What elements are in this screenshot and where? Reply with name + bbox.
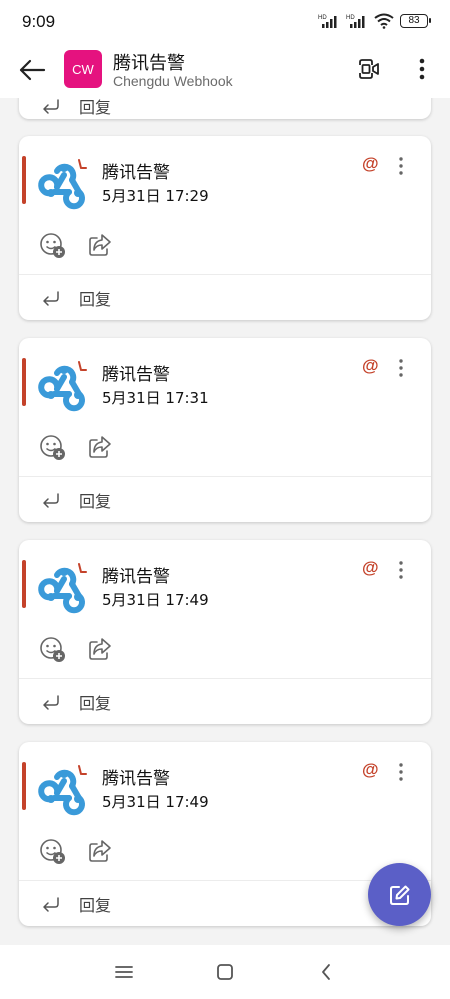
chevron-left-icon <box>322 964 330 980</box>
reply-arrow-icon <box>43 99 59 114</box>
message-card[interactable]: 腾讯告警 5月31日 17:29 @ 回复 <box>19 136 431 320</box>
signal-icon-2: HD <box>346 15 365 28</box>
reply-button[interactable]: 回复 <box>19 275 431 320</box>
menu-icon <box>115 966 133 978</box>
message-more-button[interactable] <box>393 760 409 784</box>
emoji-add-icon[interactable] <box>39 232 67 260</box>
message-timestamp: 5月31日 17:29 <box>102 187 209 205</box>
status-icons: HD HD 83 <box>318 13 431 29</box>
message-more-button[interactable] <box>393 154 409 178</box>
emoji-add-icon[interactable] <box>39 434 67 462</box>
mention-icon: @ <box>362 154 379 173</box>
svg-text:HD: HD <box>318 15 327 21</box>
nav-home-button[interactable] <box>211 959 239 985</box>
importance-bar <box>22 156 26 204</box>
share-icon[interactable] <box>87 838 113 864</box>
reply-arrow-icon <box>43 492 59 508</box>
sender-name[interactable]: 腾讯告警 <box>102 158 170 183</box>
reply-arrow-icon <box>43 896 59 912</box>
share-icon[interactable] <box>87 434 113 460</box>
status-bar: 9:09 HD HD 83 <box>0 0 450 44</box>
reply-arrow-icon <box>43 290 59 306</box>
reply-arrow-icon <box>43 694 59 710</box>
message-card[interactable]: 腾讯告警 5月31日 17:31 @ 回复 <box>19 338 431 522</box>
more-vertical-icon <box>399 763 403 781</box>
signal-icon: HD <box>318 15 337 28</box>
nav-recents-button[interactable] <box>110 959 138 985</box>
video-call-button[interactable] <box>354 54 384 84</box>
page-subtitle: Chengdu Webhook <box>113 73 233 89</box>
more-options-button[interactable] <box>409 54 435 84</box>
more-vertical-icon <box>399 561 403 579</box>
home-square-icon <box>217 964 233 980</box>
message-card-partial: 回复 <box>19 98 431 119</box>
status-time: 9:09 <box>22 12 56 31</box>
page-title[interactable]: 腾讯告警 <box>113 49 185 75</box>
mention-icon: @ <box>362 356 379 375</box>
message-timestamp: 5月31日 17:49 <box>102 591 209 609</box>
battery-indicator: 83 <box>400 14 431 28</box>
reply-button[interactable]: 回复 <box>19 477 431 522</box>
message-more-button[interactable] <box>393 558 409 582</box>
webhook-icon <box>38 765 87 816</box>
system-nav-bar <box>0 945 450 999</box>
sender-name[interactable]: 腾讯告警 <box>102 562 170 587</box>
sender-name[interactable]: 腾讯告警 <box>102 764 170 789</box>
mention-icon: @ <box>362 558 379 577</box>
more-vertical-icon <box>399 157 403 175</box>
video-call-icon <box>359 59 379 79</box>
reply-button[interactable]: 回复 <box>41 98 111 118</box>
avatar-initials: CW <box>72 61 94 77</box>
importance-bar <box>22 358 26 406</box>
reply-button[interactable]: 回复 <box>19 679 431 724</box>
share-icon[interactable] <box>87 636 113 662</box>
reply-label: 回复 <box>79 693 112 713</box>
wifi-icon <box>374 13 394 29</box>
importance-bar <box>22 560 26 608</box>
webhook-icon <box>38 563 87 614</box>
mention-icon: @ <box>362 760 379 779</box>
webhook-icon <box>38 159 87 210</box>
reply-label: 回复 <box>79 98 112 117</box>
message-feed[interactable]: 回复 腾讯告警 5月31日 17:29 @ 回复 腾讯告警 5月31日 17:3… <box>0 98 450 945</box>
compose-icon <box>389 885 409 905</box>
message-timestamp: 5月31日 17:31 <box>102 389 209 407</box>
more-vertical-icon <box>399 359 403 377</box>
avatar[interactable]: CW <box>64 50 102 88</box>
webhook-icon <box>38 361 87 412</box>
back-button[interactable] <box>14 52 50 88</box>
compose-button[interactable] <box>368 863 431 926</box>
nav-back-button[interactable] <box>312 959 340 985</box>
chat-header: CW 腾讯告警 Chengdu Webhook <box>0 44 450 98</box>
share-icon[interactable] <box>87 232 113 258</box>
reply-label: 回复 <box>79 895 112 915</box>
reply-label: 回复 <box>79 491 112 511</box>
battery-level: 83 <box>408 15 420 26</box>
emoji-add-icon[interactable] <box>39 838 67 866</box>
more-vertical-icon <box>419 58 425 80</box>
svg-text:HD: HD <box>346 15 355 21</box>
message-more-button[interactable] <box>393 356 409 380</box>
emoji-add-icon[interactable] <box>39 636 67 664</box>
importance-bar <box>22 762 26 810</box>
message-timestamp: 5月31日 17:49 <box>102 793 209 811</box>
arrow-left-icon <box>19 59 46 81</box>
reply-label: 回复 <box>79 289 112 309</box>
sender-name[interactable]: 腾讯告警 <box>102 360 170 385</box>
message-card[interactable]: 腾讯告警 5月31日 17:49 @ 回复 <box>19 540 431 724</box>
